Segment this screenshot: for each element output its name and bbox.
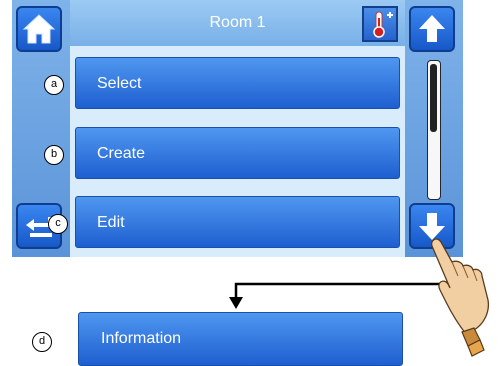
pointing-hand-icon [431,238,490,357]
